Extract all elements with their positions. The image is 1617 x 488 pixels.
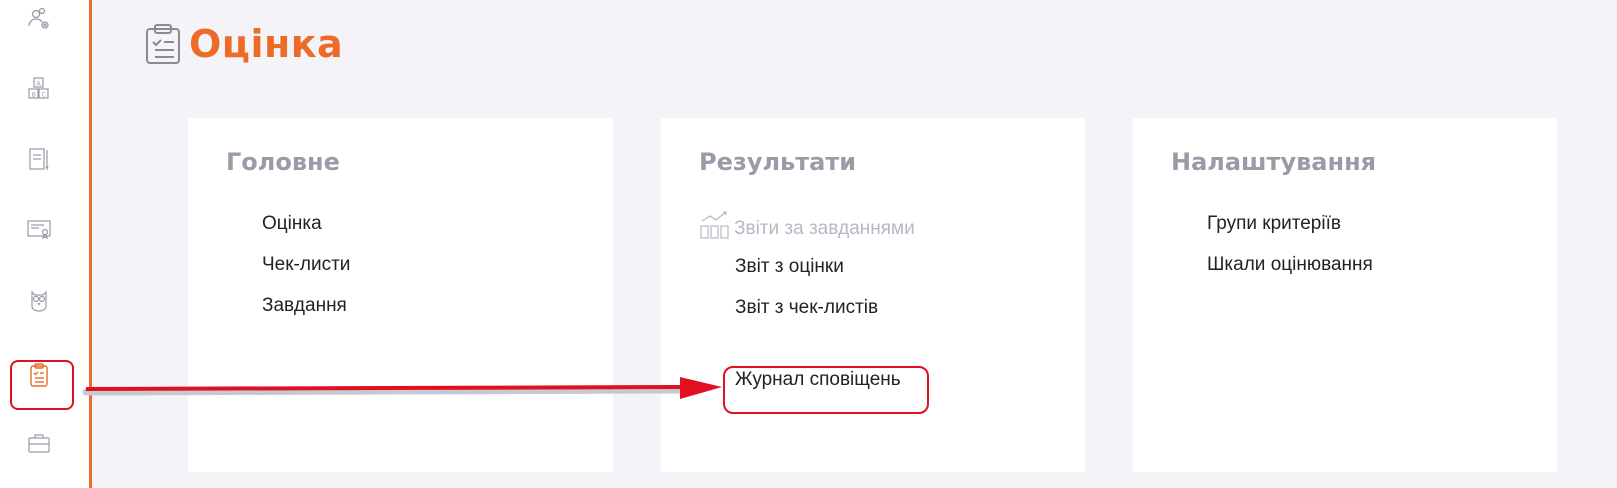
annotation-arrow — [82, 377, 722, 399]
